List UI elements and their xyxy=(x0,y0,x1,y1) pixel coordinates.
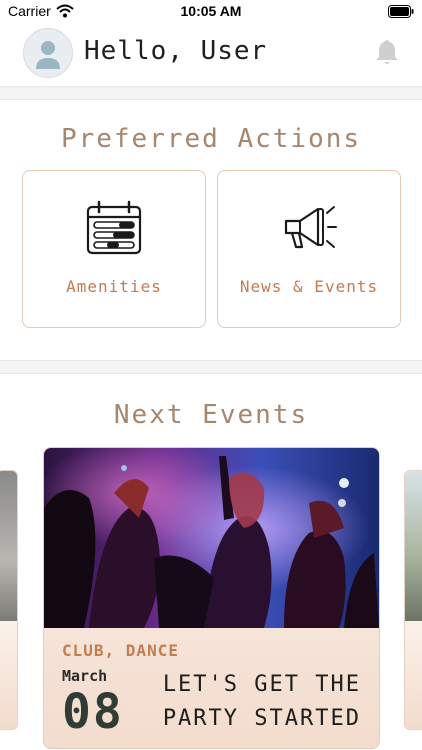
section-divider xyxy=(0,86,422,100)
battery-icon xyxy=(388,5,414,18)
home-screen: Carrier 10:05 AM Hello, User Preferred A… xyxy=(0,0,422,750)
status-time: 10:05 AM xyxy=(180,3,242,19)
next-events-title: Next Events xyxy=(113,400,309,430)
event-photo xyxy=(0,471,17,621)
greeting-text: Hello, User xyxy=(84,36,268,66)
section-divider xyxy=(0,360,422,374)
news-events-card[interactable]: News & Events xyxy=(217,170,401,328)
status-bar: Carrier 10:05 AM xyxy=(0,0,422,24)
amenities-card[interactable]: Amenities xyxy=(22,170,206,328)
event-month: March xyxy=(62,667,108,685)
news-events-label: News & Events xyxy=(239,277,379,296)
event-photo xyxy=(405,471,422,621)
event-info-panel xyxy=(405,621,422,729)
app-header: Hello, User xyxy=(0,24,422,84)
next-event-card[interactable] xyxy=(404,470,422,730)
previous-event-card[interactable] xyxy=(0,470,18,730)
preferred-actions-title: Preferred Actions xyxy=(60,124,362,154)
featured-event-card[interactable]: CLUB, DANCE March 08 LET'S GET THE PARTY… xyxy=(43,447,380,749)
event-tags: CLUB, DANCE xyxy=(62,641,179,660)
event-info-panel xyxy=(0,621,17,729)
avatar[interactable] xyxy=(23,28,73,78)
amenities-label: Amenities xyxy=(66,277,162,296)
calendar-icon xyxy=(86,200,142,255)
party-photo xyxy=(44,448,379,628)
user-silhouette-icon xyxy=(36,41,60,69)
notification-bell-icon[interactable] xyxy=(374,38,400,66)
megaphone-icon xyxy=(284,206,337,249)
event-title: LET'S GET THE PARTY STARTED xyxy=(162,672,361,731)
event-day: 08 xyxy=(62,684,124,740)
